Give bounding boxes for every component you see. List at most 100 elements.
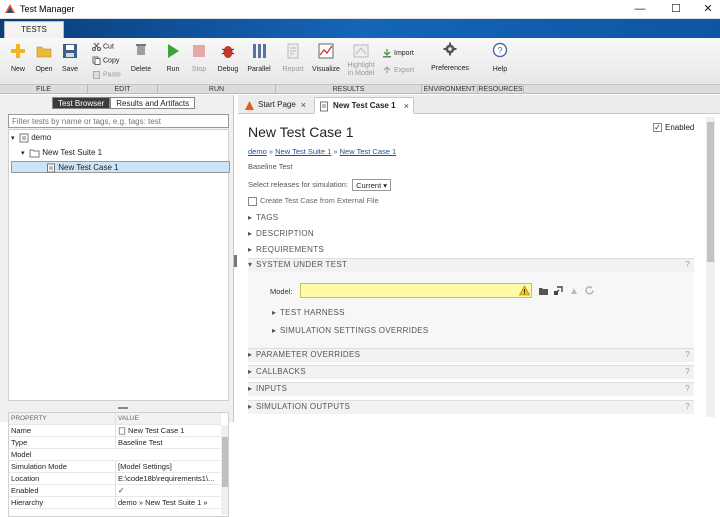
filter-tests-input[interactable] — [8, 114, 229, 128]
help-button[interactable]: ? Help — [488, 42, 512, 73]
help-icon[interactable]: ? — [685, 349, 690, 361]
report-label: Report — [282, 66, 304, 73]
test-manager-icon — [5, 4, 15, 13]
delete-button[interactable]: Delete — [128, 42, 154, 73]
paste-button[interactable]: Paste — [92, 70, 121, 79]
collapse-arrow-icon: ▾ — [248, 260, 253, 269]
help-icon[interactable]: ? — [685, 259, 690, 271]
table-row[interactable]: Location E:\code18b\requirements1\... — [9, 473, 221, 485]
vertical-splitter-handle[interactable] — [234, 255, 237, 267]
section-description[interactable]: ▸ DESCRIPTION — [248, 229, 694, 238]
save-button[interactable]: Save — [58, 42, 82, 73]
close-tab-icon[interactable]: × — [404, 98, 409, 114]
table-row[interactable]: Enabled ✓ — [9, 485, 221, 497]
section-callbacks[interactable]: ▸ CALLBACKS? — [248, 365, 694, 379]
breadcrumb-link-suite[interactable]: New Test Suite 1 — [275, 147, 331, 156]
section-parameter-overrides[interactable]: ▸ PARAMETER OVERRIDES? — [248, 348, 694, 362]
test-case-icon — [320, 101, 328, 112]
help-icon[interactable]: ? — [685, 366, 690, 378]
model-input[interactable] — [300, 283, 532, 298]
help-icon[interactable]: ? — [685, 401, 690, 413]
left-tabs: Test Browser Results and Artifacts — [52, 97, 196, 110]
debug-button[interactable]: Debug — [216, 42, 240, 73]
cut-button[interactable]: Cut — [92, 42, 114, 51]
ribbon-group-labels: FILE EDIT RUN RESULTS ENVIRONMENT RESOUR… — [0, 84, 720, 94]
parallel-button[interactable]: Parallel — [244, 42, 274, 73]
scrollbar-thumb[interactable] — [707, 122, 714, 262]
parallel-icon — [253, 44, 266, 58]
table-row[interactable]: Model — [9, 449, 221, 461]
tree-node-test-case[interactable]: New Test Case 1 — [11, 161, 230, 173]
report-button[interactable]: Report — [280, 42, 306, 73]
property-key: Type — [11, 438, 28, 447]
open-model-icon[interactable] — [553, 285, 564, 296]
expand-arrow-icon[interactable]: ▾ — [11, 132, 19, 146]
model-disabled-icon — [571, 288, 577, 294]
breadcrumb-link-demo[interactable]: demo — [248, 147, 267, 156]
tab-test-browser[interactable]: Test Browser — [52, 97, 111, 109]
maximize-button[interactable]: ☐ — [668, 2, 684, 16]
test-file-icon — [19, 133, 29, 143]
section-system-under-test[interactable]: ▾ SYSTEM UNDER TEST? — [248, 258, 694, 272]
checkmark-icon[interactable]: ✓ — [653, 123, 662, 133]
section-simulation-settings-overrides[interactable]: ▸ SIMULATION SETTINGS OVERRIDES — [272, 326, 672, 335]
close-tab-icon[interactable]: × — [301, 97, 306, 113]
run-label: Run — [166, 66, 180, 73]
tree-node-demo[interactable]: ▾ demo — [11, 131, 226, 145]
releases-select[interactable]: Current ▾ — [352, 179, 392, 191]
tab-results-and-artifacts[interactable]: Results and Artifacts — [110, 97, 196, 109]
chevron-down-icon: ▾ — [383, 181, 388, 190]
copy-label: Copy — [103, 57, 120, 65]
preferences-button[interactable]: Preferences — [428, 42, 472, 72]
table-row[interactable]: Hierarchy demo » New Test Suite 1 » — [9, 497, 221, 509]
section-inputs[interactable]: ▸ INPUTS? — [248, 382, 694, 396]
run-button[interactable]: Run — [162, 42, 184, 73]
visualize-button[interactable]: Visualize — [310, 42, 342, 73]
copy-button[interactable]: Copy — [92, 56, 119, 65]
stop-button[interactable]: Stop — [188, 42, 210, 73]
enabled-checkbox[interactable]: ✓ Enabled — [653, 123, 694, 133]
test-type-label: Baseline Test — [248, 162, 293, 171]
open-button[interactable]: Open — [32, 42, 56, 73]
create-from-external-file-checkbox[interactable]: Create Test Case from External File — [248, 196, 379, 206]
group-resources: RESOURCES — [478, 85, 524, 94]
highlight-in-model-button[interactable]: Highlight in Model — [344, 42, 378, 78]
section-tags[interactable]: ▸ TAGS — [248, 213, 694, 222]
help-icon[interactable]: ? — [685, 383, 690, 395]
close-button[interactable]: ✕ — [700, 2, 716, 16]
expand-arrow-icon[interactable]: ▾ — [21, 147, 29, 161]
tree-node-label: New Test Case 1 — [58, 163, 119, 172]
new-button[interactable]: New — [6, 42, 30, 73]
page-title: New Test Case 1 — [248, 124, 354, 140]
paste-label: Paste — [103, 71, 121, 79]
editor-scrollbar[interactable] — [706, 117, 715, 417]
tab-new-test-case[interactable]: New Test Case 1 × — [314, 97, 414, 114]
breadcrumb-separator: » — [268, 147, 274, 156]
warning-icon — [519, 285, 530, 296]
pane-splitter-handle[interactable] — [118, 407, 128, 409]
breadcrumb-link-case[interactable]: New Test Case 1 — [340, 147, 397, 156]
import-button[interactable]: Import — [382, 48, 414, 58]
scrollbar-thumb[interactable] — [222, 437, 228, 487]
import-label: Import — [394, 49, 414, 57]
minimize-button[interactable]: — — [632, 2, 648, 16]
property-value: [Model Settings] — [115, 461, 221, 473]
tab-tests[interactable]: TESTS — [4, 21, 64, 38]
property-key: Hierarchy — [11, 498, 44, 507]
table-row[interactable]: Name New Test Case 1 — [9, 425, 221, 437]
checkbox-box[interactable] — [248, 196, 257, 206]
properties-scrollbar[interactable] — [221, 425, 228, 515]
export-button[interactable]: Export — [382, 65, 414, 75]
table-row[interactable]: Simulation Mode [Model Settings] — [9, 461, 221, 473]
tree-node-test-suite[interactable]: ▾ New Test Suite 1 — [21, 146, 226, 160]
browse-folder-icon[interactable] — [538, 286, 549, 296]
document-tabs: Start Page × New Test Case 1 × — [238, 95, 720, 114]
section-requirements[interactable]: ▸ REQUIREMENTS — [248, 245, 694, 254]
section-test-harness[interactable]: ▸ TEST HARNESS — [272, 308, 672, 317]
tab-start-page[interactable]: Start Page × — [240, 97, 310, 114]
refresh-icon[interactable] — [584, 285, 595, 296]
expand-arrow-icon: ▸ — [248, 384, 253, 393]
section-simulation-outputs[interactable]: ▸ SIMULATION OUTPUTS? — [248, 400, 694, 414]
table-row[interactable]: Type Baseline Test — [9, 437, 221, 449]
section-title: SYSTEM UNDER TEST — [256, 260, 348, 269]
